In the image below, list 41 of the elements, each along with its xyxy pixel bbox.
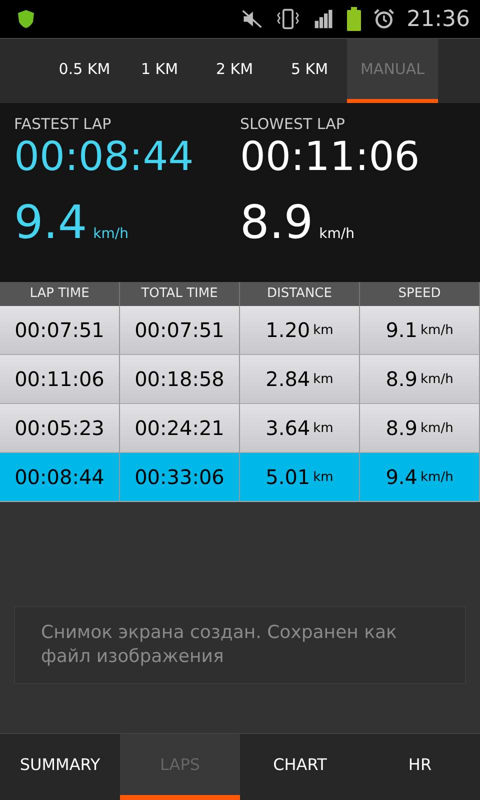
toast-message: Снимок экрана создан. Сохранен как файл изображения [14, 606, 466, 684]
speed-unit: km/h [420, 372, 454, 386]
bottom-tab[interactable]: SUMMARY [0, 734, 120, 800]
speed-value: 8.9 [240, 195, 314, 249]
speed-value: 9.4 [386, 465, 418, 489]
stat-title: SLOWEST LAP [240, 115, 345, 133]
speed-unit: km/h [319, 226, 354, 242]
speed-unit: km/h [93, 226, 128, 242]
distance-value: 5.01 [266, 465, 310, 489]
stat-title: FASTEST LAP [14, 115, 112, 133]
distance-unit: km [313, 420, 334, 436]
vibrate-icon [274, 8, 301, 30]
alarm-clock-icon [372, 8, 395, 30]
distance-unit: km [313, 470, 334, 484]
speed-value: 9.4 [14, 195, 88, 249]
distance-tab[interactable]: 2 KM [197, 39, 272, 103]
speed-value: 8.9 [386, 367, 418, 391]
distance-unit: km [313, 322, 334, 338]
distance-value: 1.20 [266, 318, 310, 342]
table-cell: 00:33:06 [120, 453, 240, 502]
speed-unit: km/h [420, 322, 454, 338]
signal-icon [312, 8, 335, 30]
battery-icon [346, 7, 361, 31]
table-cell: 00:08:44 [0, 453, 120, 502]
distance-tab[interactable]: 5 KM [272, 39, 347, 103]
bottom-tab[interactable]: HR [360, 734, 480, 800]
shield-icon [16, 9, 36, 29]
clock-time: 21:36 [406, 6, 470, 32]
distance-tab[interactable]: 0.5 KM [47, 39, 122, 103]
distance-value: 2.84 [266, 367, 310, 391]
speed-unit: km/h [420, 470, 454, 484]
distance-unit: km [313, 372, 334, 386]
distance-value: 3.64 [266, 416, 310, 440]
mute-icon [240, 8, 263, 30]
lap-time-value: 00:11:06 [240, 133, 420, 181]
speed-value: 8.9 [386, 416, 418, 440]
speed-unit: km/h [420, 420, 454, 436]
distance-tab[interactable]: 1 KM [122, 39, 197, 103]
bottom-tab[interactable]: CHART [240, 734, 360, 800]
speed-value: 9.1 [386, 318, 418, 342]
lap-time-value: 00:08:44 [14, 133, 194, 181]
